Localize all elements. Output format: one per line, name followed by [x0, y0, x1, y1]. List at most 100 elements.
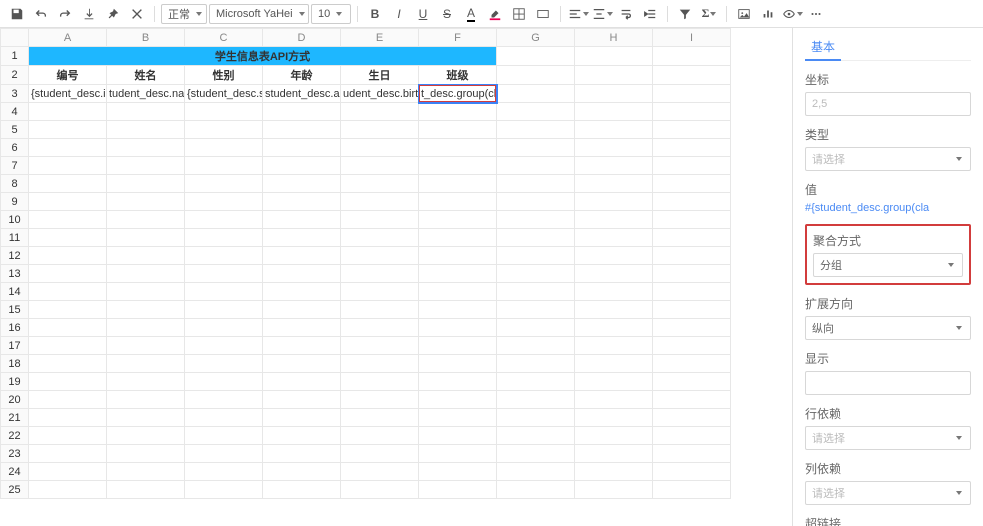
col-header[interactable]: H: [575, 29, 653, 47]
row-header[interactable]: 25: [1, 481, 29, 499]
cell[interactable]: [185, 409, 263, 427]
cell[interactable]: [341, 337, 419, 355]
cell[interactable]: [419, 427, 497, 445]
cell[interactable]: [263, 301, 341, 319]
cell[interactable]: [497, 175, 575, 193]
font-color-icon[interactable]: A: [460, 3, 482, 25]
cell[interactable]: [263, 481, 341, 499]
cell[interactable]: [29, 301, 107, 319]
cell[interactable]: [185, 445, 263, 463]
cell[interactable]: [185, 157, 263, 175]
underline-icon[interactable]: U: [412, 3, 434, 25]
cell[interactable]: [341, 355, 419, 373]
cell[interactable]: [575, 121, 653, 139]
cell[interactable]: [419, 319, 497, 337]
import-icon[interactable]: [78, 3, 100, 25]
cell[interactable]: [575, 427, 653, 445]
row-header[interactable]: 12: [1, 247, 29, 265]
row-header[interactable]: 21: [1, 409, 29, 427]
cell[interactable]: [341, 175, 419, 193]
coord-input[interactable]: 2,5: [805, 92, 971, 116]
cell[interactable]: [29, 121, 107, 139]
cell[interactable]: [185, 283, 263, 301]
cell[interactable]: [653, 319, 731, 337]
cell[interactable]: [263, 229, 341, 247]
row-header[interactable]: 2: [1, 66, 29, 85]
row-header[interactable]: 9: [1, 193, 29, 211]
style-select[interactable]: 正常: [161, 4, 207, 24]
more-icon[interactable]: [805, 3, 827, 25]
cell[interactable]: [653, 445, 731, 463]
aggregation-select[interactable]: 分组: [813, 253, 963, 277]
col-header[interactable]: C: [185, 29, 263, 47]
cell[interactable]: [29, 463, 107, 481]
cell[interactable]: [29, 175, 107, 193]
cell[interactable]: [29, 247, 107, 265]
cell[interactable]: [341, 391, 419, 409]
cell[interactable]: [575, 47, 653, 66]
row-header[interactable]: 7: [1, 157, 29, 175]
cell[interactable]: [263, 121, 341, 139]
cell[interactable]: [653, 283, 731, 301]
cell[interactable]: [263, 409, 341, 427]
cell[interactable]: [341, 481, 419, 499]
cell[interactable]: [653, 301, 731, 319]
cell[interactable]: [497, 427, 575, 445]
redo-icon[interactable]: [54, 3, 76, 25]
cell[interactable]: [29, 319, 107, 337]
col-header[interactable]: G: [497, 29, 575, 47]
cell[interactable]: [107, 103, 185, 121]
tab-basic[interactable]: 基本: [805, 34, 841, 61]
rowdep-select[interactable]: 请选择: [805, 426, 971, 450]
row-header[interactable]: 24: [1, 463, 29, 481]
cell[interactable]: [341, 193, 419, 211]
cell[interactable]: [107, 157, 185, 175]
cell[interactable]: [497, 445, 575, 463]
cell[interactable]: [419, 373, 497, 391]
cell[interactable]: [341, 211, 419, 229]
cell[interactable]: [419, 175, 497, 193]
font-select[interactable]: Microsoft YaHei: [209, 4, 309, 24]
cell[interactable]: [29, 229, 107, 247]
row-header[interactable]: 22: [1, 427, 29, 445]
cell[interactable]: [107, 319, 185, 337]
cell[interactable]: [107, 427, 185, 445]
row-header[interactable]: 1: [1, 47, 29, 66]
cell[interactable]: [185, 427, 263, 445]
coldep-select[interactable]: 请选择: [805, 481, 971, 505]
cell[interactable]: [419, 463, 497, 481]
cell[interactable]: [107, 373, 185, 391]
cell[interactable]: [107, 139, 185, 157]
border-icon[interactable]: [508, 3, 530, 25]
cell[interactable]: [29, 265, 107, 283]
indent-icon[interactable]: [639, 3, 661, 25]
cell[interactable]: [185, 175, 263, 193]
pin-icon[interactable]: [102, 3, 124, 25]
cell[interactable]: [107, 229, 185, 247]
fill-color-icon[interactable]: [484, 3, 506, 25]
merge-icon[interactable]: [532, 3, 554, 25]
cell[interactable]: [185, 247, 263, 265]
cell[interactable]: [497, 247, 575, 265]
cell[interactable]: [653, 265, 731, 283]
col-header[interactable]: E: [341, 29, 419, 47]
cell[interactable]: [341, 229, 419, 247]
cell[interactable]: [497, 103, 575, 121]
cell[interactable]: [575, 445, 653, 463]
cell[interactable]: [419, 301, 497, 319]
cell[interactable]: [419, 103, 497, 121]
cell[interactable]: [29, 391, 107, 409]
cell[interactable]: [419, 139, 497, 157]
cell[interactable]: [29, 337, 107, 355]
cell[interactable]: [263, 373, 341, 391]
cell[interactable]: [575, 211, 653, 229]
cell[interactable]: [185, 337, 263, 355]
cell[interactable]: [653, 121, 731, 139]
cell[interactable]: [653, 409, 731, 427]
cell[interactable]: [497, 481, 575, 499]
cell[interactable]: [29, 355, 107, 373]
cell[interactable]: 学生信息表API方式: [29, 47, 497, 66]
cell[interactable]: [107, 301, 185, 319]
cell[interactable]: [497, 229, 575, 247]
cell[interactable]: [575, 66, 653, 85]
